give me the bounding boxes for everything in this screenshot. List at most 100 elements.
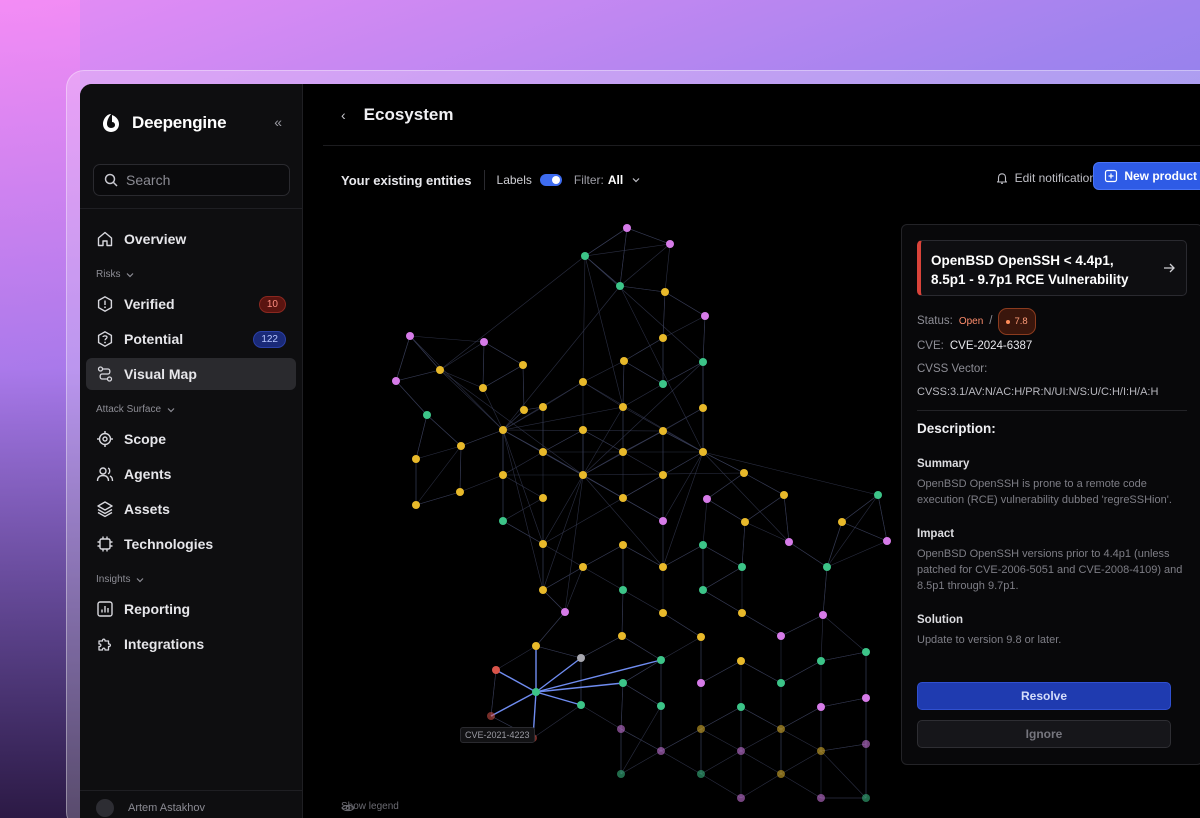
graph-node[interactable] <box>661 288 669 296</box>
graph-node[interactable] <box>699 448 707 456</box>
graph-node[interactable] <box>777 725 785 733</box>
sidebar-item-agents[interactable]: Agents <box>86 458 296 490</box>
graph-node[interactable] <box>579 426 587 434</box>
vulnerability-card[interactable]: OpenBSD OpenSSH < 4.4p1, 8.5p1 - 9.7p1 R… <box>917 240 1187 296</box>
resolve-button[interactable]: Resolve <box>917 682 1171 710</box>
graph-node[interactable] <box>659 609 667 617</box>
graph-node[interactable] <box>659 563 667 571</box>
graph-node[interactable] <box>406 332 414 340</box>
graph-node[interactable] <box>823 563 831 571</box>
graph-node[interactable] <box>737 747 745 755</box>
graph-node[interactable] <box>780 491 788 499</box>
sidebar-item-verified[interactable]: Verified 10 <box>86 288 296 320</box>
edit-notifications-button[interactable]: Edit notifications <box>995 171 1102 185</box>
graph-node[interactable] <box>487 712 495 720</box>
graph-node[interactable] <box>659 517 667 525</box>
graph-node[interactable] <box>740 469 748 477</box>
graph-node[interactable] <box>862 740 870 748</box>
graph-node[interactable] <box>579 563 587 571</box>
arrow-right-icon[interactable] <box>1162 261 1176 275</box>
graph-node[interactable] <box>697 679 705 687</box>
graph-node[interactable] <box>520 406 528 414</box>
graph-node[interactable] <box>659 380 667 388</box>
graph-node[interactable] <box>617 725 625 733</box>
sidebar-item-assets[interactable]: Assets <box>86 493 296 525</box>
graph-node[interactable] <box>701 312 709 320</box>
graph-node[interactable] <box>883 537 891 545</box>
section-risks[interactable]: Risks <box>96 269 296 280</box>
graph-node[interactable] <box>737 794 745 802</box>
graph-node[interactable] <box>819 611 827 619</box>
sidebar-item-visual-map[interactable]: Visual Map <box>86 358 296 390</box>
graph-node[interactable] <box>657 747 665 755</box>
graph-node[interactable] <box>577 701 585 709</box>
section-attack-surface[interactable]: Attack Surface <box>96 404 296 415</box>
graph-node[interactable] <box>699 541 707 549</box>
graph-node[interactable] <box>619 679 627 687</box>
graph-node[interactable] <box>666 240 674 248</box>
graph-node[interactable] <box>657 656 665 664</box>
graph-node[interactable] <box>738 609 746 617</box>
back-arrow-icon[interactable]: ‹ <box>341 107 346 123</box>
show-legend-toggle[interactable]: Show legend <box>341 801 399 812</box>
graph-node[interactable] <box>479 384 487 392</box>
graph-node[interactable] <box>657 702 665 710</box>
graph-node[interactable] <box>561 608 569 616</box>
graph-node[interactable] <box>412 501 420 509</box>
graph-node[interactable] <box>817 657 825 665</box>
graph-node[interactable] <box>499 426 507 434</box>
graph-node[interactable] <box>817 703 825 711</box>
graph-node[interactable] <box>616 282 624 290</box>
graph-node[interactable] <box>817 747 825 755</box>
collapse-sidebar-icon[interactable]: « <box>274 114 282 130</box>
graph-node[interactable] <box>838 518 846 526</box>
graph-node[interactable] <box>412 455 420 463</box>
graph-node[interactable] <box>777 679 785 687</box>
new-product-button[interactable]: New product <box>1093 162 1200 190</box>
graph-node[interactable] <box>519 361 527 369</box>
graph-node[interactable] <box>703 495 711 503</box>
graph-node[interactable] <box>539 540 547 548</box>
graph-node[interactable] <box>785 538 793 546</box>
graph-node[interactable] <box>532 688 540 696</box>
sidebar-item-integrations[interactable]: Integrations <box>86 628 296 660</box>
sidebar-item-potential[interactable]: Potential 122 <box>86 323 296 355</box>
graph-node[interactable] <box>499 517 507 525</box>
graph-node[interactable] <box>737 703 745 711</box>
graph-node[interactable] <box>659 334 667 342</box>
graph-node[interactable] <box>620 357 628 365</box>
graph-node[interactable] <box>392 377 400 385</box>
graph-node[interactable] <box>619 448 627 456</box>
graph-node[interactable] <box>579 471 587 479</box>
graph-node[interactable] <box>456 488 464 496</box>
graph-node[interactable] <box>737 657 745 665</box>
graph-node[interactable] <box>738 563 746 571</box>
graph-node[interactable] <box>699 586 707 594</box>
search-input[interactable]: Search <box>93 164 290 196</box>
graph-node[interactable] <box>423 411 431 419</box>
graph-node[interactable] <box>862 694 870 702</box>
graph-node[interactable] <box>623 224 631 232</box>
graph-node[interactable] <box>539 448 547 456</box>
graph-node[interactable] <box>619 494 627 502</box>
section-insights[interactable]: Insights <box>96 574 296 585</box>
graph-node[interactable] <box>619 403 627 411</box>
graph-node[interactable] <box>457 442 465 450</box>
graph-node[interactable] <box>699 358 707 366</box>
graph-node[interactable] <box>579 378 587 386</box>
graph-node[interactable] <box>862 648 870 656</box>
graph-node[interactable] <box>697 633 705 641</box>
graph-node[interactable] <box>532 642 540 650</box>
graph-node[interactable] <box>659 427 667 435</box>
graph-node[interactable] <box>874 491 882 499</box>
graph-node[interactable] <box>697 725 705 733</box>
sidebar-item-overview[interactable]: Overview <box>86 223 296 255</box>
graph-node[interactable] <box>619 586 627 594</box>
sidebar-item-scope[interactable]: Scope <box>86 423 296 455</box>
labels-toggle[interactable] <box>539 174 562 186</box>
graph-node[interactable] <box>817 794 825 802</box>
graph-node[interactable] <box>699 404 707 412</box>
graph-node[interactable] <box>539 494 547 502</box>
graph-node[interactable] <box>862 794 870 802</box>
filter-dropdown[interactable]: Filter: All <box>574 173 641 187</box>
